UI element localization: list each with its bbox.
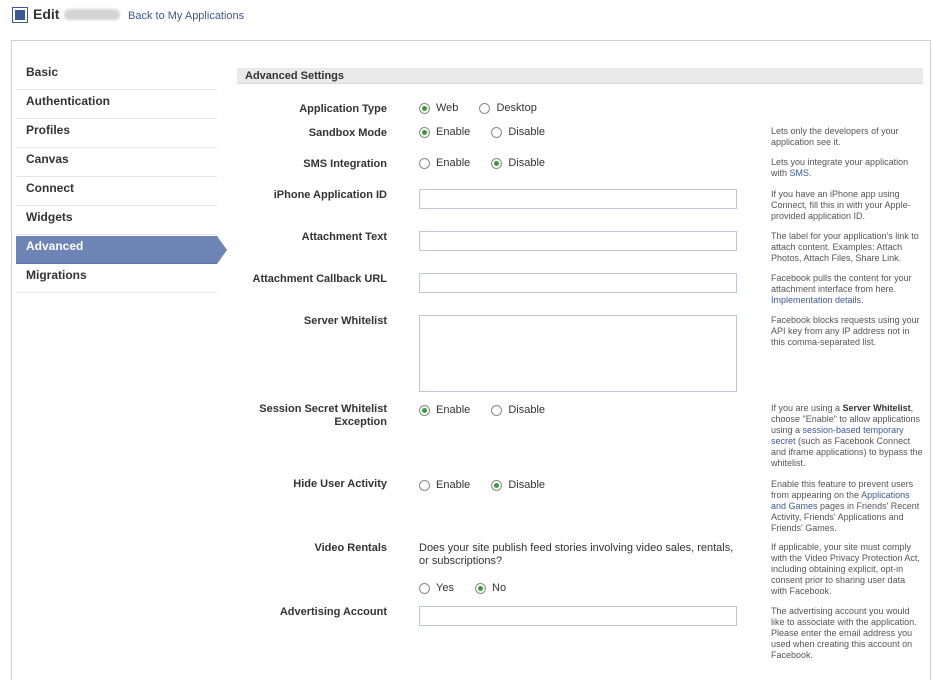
- sidebar-nav: Basic Authentication Profiles Canvas Con…: [16, 62, 227, 294]
- setting-label: Attachment Text: [301, 231, 387, 243]
- sidebar-item-label: Advanced: [26, 239, 84, 253]
- sidebar-item-migrations[interactable]: Migrations: [16, 265, 217, 293]
- radio-sandbox-enable[interactable]: Enable: [419, 126, 470, 138]
- sidebar-item-profiles[interactable]: Profiles: [16, 120, 217, 148]
- setting-label: Video Rentals: [314, 542, 387, 554]
- attachment-text-input[interactable]: [419, 231, 737, 251]
- implementation-details-link[interactable]: Implementation details: [771, 295, 861, 305]
- help-text: Enable this feature to prevent users fro…: [771, 479, 920, 533]
- server-whitelist-textarea[interactable]: [419, 315, 737, 392]
- radio-button-selected[interactable]: [475, 582, 487, 594]
- radio-button[interactable]: [479, 102, 491, 114]
- page-header: Edit Back to My Applications: [0, 0, 932, 40]
- sidebar-item-widgets[interactable]: Widgets: [16, 207, 217, 235]
- radio-button[interactable]: [491, 126, 503, 138]
- back-to-applications-link[interactable]: Back to My Applications: [128, 10, 244, 22]
- attachment-callback-url-input[interactable]: [419, 273, 737, 293]
- radio-video-no[interactable]: No: [475, 582, 506, 594]
- setting-label: Session Secret Whitelist Exception: [259, 403, 387, 428]
- setting-label: SMS Integration: [303, 158, 387, 170]
- video-question: Does your site publish feed stories invo…: [419, 542, 734, 567]
- help-text: Lets you integrate your application with…: [771, 157, 909, 178]
- sidebar-item-connect[interactable]: Connect: [16, 178, 217, 206]
- radio-button[interactable]: [419, 479, 430, 491]
- radio-button[interactable]: [419, 157, 430, 169]
- sidebar-item-authentication[interactable]: Authentication: [16, 91, 217, 119]
- help-text: If you have an iPhone app using Connect,…: [771, 189, 911, 221]
- sidebar-item-basic[interactable]: Basic: [16, 62, 217, 90]
- blurred-app-name: [64, 9, 120, 20]
- radio-session-enable[interactable]: Enable: [419, 404, 470, 416]
- radio-button-selected[interactable]: [419, 126, 430, 138]
- radio-sandbox-disable[interactable]: Disable: [491, 126, 545, 138]
- sms-link[interactable]: SMS: [790, 168, 810, 178]
- radio-desktop[interactable]: Desktop: [479, 102, 537, 114]
- radio-session-disable[interactable]: Disable: [491, 404, 545, 416]
- radio-button-selected[interactable]: [491, 157, 503, 169]
- advertising-account-input[interactable]: [419, 606, 737, 626]
- setting-label: Hide User Activity: [293, 478, 387, 490]
- radio-sms-enable[interactable]: Enable: [419, 157, 470, 169]
- radio-button-selected[interactable]: [419, 404, 430, 416]
- setting-label: Advertising Account: [279, 606, 387, 618]
- setting-label: Application Type: [299, 103, 387, 115]
- radio-button[interactable]: [419, 582, 430, 594]
- application-icon: [12, 7, 28, 23]
- radio-button-selected[interactable]: [419, 102, 430, 114]
- help-text: Facebook blocks requests using your API …: [771, 315, 920, 347]
- radio-video-yes[interactable]: Yes: [419, 582, 454, 594]
- radio-button[interactable]: [491, 404, 503, 416]
- help-text: If applicable, your site must comply wit…: [771, 542, 920, 596]
- help-text: The advertising account you would like t…: [771, 606, 917, 660]
- sidebar-item-advanced[interactable]: Advanced: [16, 236, 227, 264]
- help-text: The label for your application's link to…: [771, 231, 919, 263]
- setting-label: Attachment Callback URL: [252, 273, 387, 285]
- settings-panel: Basic Authentication Profiles Canvas Con…: [11, 40, 931, 680]
- radio-hide-disable[interactable]: Disable: [491, 479, 545, 491]
- radio-sms-disable[interactable]: Disable: [491, 157, 545, 169]
- radio-hide-enable[interactable]: Enable: [419, 479, 470, 491]
- help-text: If you are using a Server Whitelist, cho…: [771, 403, 923, 468]
- setting-label: Server Whitelist: [303, 315, 387, 327]
- radio-button-selected[interactable]: [491, 479, 503, 491]
- radio-web[interactable]: Web: [419, 102, 458, 114]
- help-text: Lets only the developers of your applica…: [771, 126, 899, 147]
- help-text: Facebook pulls the content for your atta…: [771, 273, 912, 305]
- active-arrow-icon: [217, 236, 227, 264]
- section-title: Advanced Settings: [237, 68, 923, 84]
- setting-label: iPhone Application ID: [273, 189, 387, 201]
- edit-label: Edit: [33, 6, 60, 22]
- sidebar-item-canvas[interactable]: Canvas: [16, 149, 217, 177]
- setting-label: Sandbox Mode: [308, 127, 387, 139]
- iphone-app-id-input[interactable]: [419, 189, 737, 209]
